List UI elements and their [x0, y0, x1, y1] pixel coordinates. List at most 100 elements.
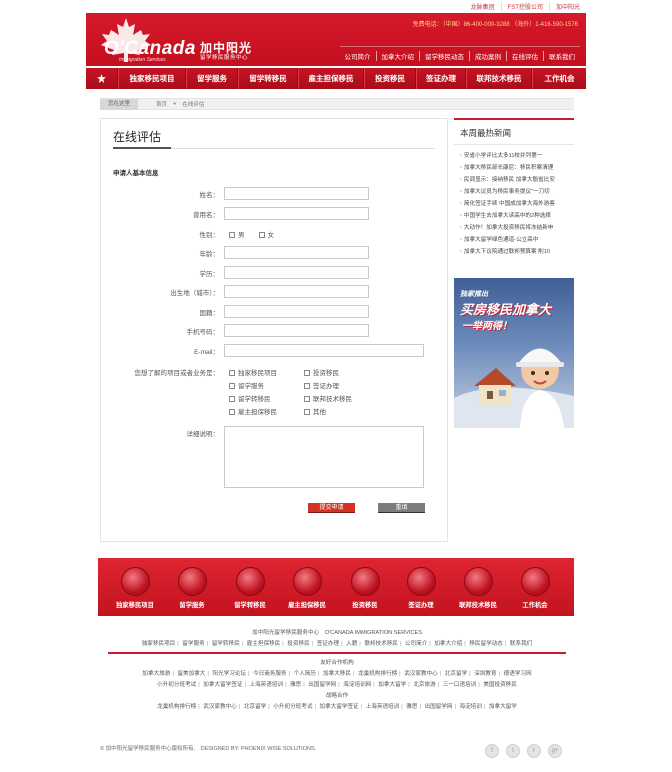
partner-link[interactable]: 美国投资移民: [483, 682, 517, 688]
interest-checkbox[interactable]: [229, 383, 235, 390]
news-item[interactable]: 大动作！加拿大投资移民将冻结新申: [460, 222, 570, 234]
header-nav-about[interactable]: 公司简介: [340, 51, 377, 61]
interest-option[interactable]: 联邦技术移民: [304, 393, 379, 403]
interest-option[interactable]: 投资移民: [304, 367, 379, 377]
partner-link[interactable]: 三一口语培训: [443, 682, 477, 688]
nav-federal-skilled[interactable]: 联邦技术移民: [466, 68, 532, 89]
partner-link[interactable]: 上海英语培训: [249, 682, 283, 688]
partner-link[interactable]: 留美加拿大: [177, 671, 205, 677]
header-nav-canada[interactable]: 加拿大介绍: [377, 51, 420, 61]
email-input[interactable]: [224, 344, 424, 357]
partner-link[interactable]: 武汉家教中心: [404, 671, 438, 677]
strategic-link[interactable]: 武汉家教中心: [203, 704, 237, 710]
footer-link[interactable]: 雇主担保移民: [247, 641, 281, 647]
strategic-link[interactable]: 雅思: [406, 704, 417, 710]
footer-link[interactable]: 留学转移民: [212, 641, 240, 647]
partner-link[interactable]: 雅思: [290, 682, 301, 688]
nav-exclusive-immigration[interactable]: 独家移民项目: [118, 68, 186, 89]
header-nav-news[interactable]: 留学移民动态: [420, 51, 470, 61]
interest-checkbox[interactable]: [229, 409, 235, 416]
news-item[interactable]: 简化签证手续 中国成加拿大海外游客: [460, 198, 570, 210]
footer-link[interactable]: 独家移民项目: [142, 641, 176, 647]
footer-service-jobs[interactable]: 工作机会: [506, 558, 564, 616]
partner-link[interactable]: 个人简历: [294, 671, 316, 677]
birthplace-input[interactable]: [224, 285, 369, 298]
home-icon[interactable]: [86, 68, 118, 89]
promo-banner[interactable]: 独家推出 买房移民加拿大 一举两得！: [454, 278, 574, 428]
age-input[interactable]: [224, 246, 369, 259]
strategic-link[interactable]: 加拿大留学签证: [319, 704, 358, 710]
interest-option[interactable]: 签证办理: [304, 380, 379, 390]
nav-investment-immigration[interactable]: 投资移民: [364, 68, 416, 89]
news-item[interactable]: 加拿大移民部长康尼：移民积案清理: [460, 162, 570, 174]
footer-link[interactable]: 移民留学动态: [469, 641, 503, 647]
footer-service-exclusive[interactable]: 独家移民项目: [106, 558, 164, 616]
strategic-link[interactable]: 小升初分班考试: [273, 704, 312, 710]
nav-job-opportunities[interactable]: 工作机会: [532, 68, 586, 89]
partner-link[interactable]: 加拿大留学: [378, 682, 406, 688]
partner-link[interactable]: 德语学习网: [504, 671, 532, 677]
interest-option[interactable]: 雇主担保移民: [229, 406, 304, 416]
partner-link[interactable]: 北京旅游: [413, 682, 435, 688]
interest-checkbox[interactable]: [304, 409, 310, 416]
footer-service-investment[interactable]: 投资移民: [336, 558, 394, 616]
footer-link[interactable]: 入籍: [346, 641, 357, 647]
interest-checkbox[interactable]: [304, 396, 310, 403]
partner-link[interactable]: 深圳教育: [474, 671, 496, 677]
partner-link[interactable]: 龙巢机构排行榜: [358, 671, 397, 677]
google-plus-icon[interactable]: g+: [548, 744, 562, 758]
footer-link[interactable]: 联邦技术移民: [364, 641, 398, 647]
footer-link[interactable]: 留学服务: [182, 641, 204, 647]
nav-employer-sponsored[interactable]: 雇主担保移民: [298, 68, 364, 89]
strategic-link[interactable]: 龙巢机构排行榜: [157, 704, 196, 710]
news-item[interactable]: 中国学生去加拿大读高中的2种选择: [460, 210, 570, 222]
footer-service-study-immigration[interactable]: 留学转移民: [221, 558, 279, 616]
nav-study-to-immigration[interactable]: 留学转移民: [238, 68, 298, 89]
strategic-link[interactable]: 出国留学网: [424, 704, 452, 710]
interest-checkbox[interactable]: [304, 383, 310, 390]
strategic-link[interactable]: 上海英语培训: [366, 704, 400, 710]
former-name-input[interactable]: [224, 207, 369, 220]
footer-link[interactable]: 加拿大介绍: [434, 641, 462, 647]
news-item[interactable]: 加拿大下议院通过联邦预算案 削10: [460, 246, 570, 258]
detail-textarea[interactable]: [224, 426, 424, 488]
footer-service-employer[interactable]: 雇主担保移民: [278, 558, 336, 616]
footer-service-visa[interactable]: 签证办理: [392, 558, 450, 616]
strategic-link[interactable]: 海淀培训: [459, 704, 481, 710]
interest-option[interactable]: 其他: [304, 406, 379, 416]
strategic-link[interactable]: 北京留学: [244, 704, 266, 710]
footer-link[interactable]: 投资移民: [287, 641, 309, 647]
gender-female[interactable]: 女: [258, 229, 274, 239]
partner-link[interactable]: 加拿大移民: [323, 671, 351, 677]
gender-female-checkbox[interactable]: [258, 232, 265, 239]
partner-link[interactable]: 出国留学网: [308, 682, 336, 688]
name-input[interactable]: [224, 187, 369, 200]
interest-checkbox[interactable]: [229, 396, 235, 403]
reset-button[interactable]: 重填: [378, 503, 425, 513]
gender-male[interactable]: 男: [229, 229, 245, 239]
interest-option[interactable]: 独家移民项目: [229, 367, 304, 377]
partner-link[interactable]: 加拿大留学签证: [203, 682, 242, 688]
partner-link[interactable]: 海淀培训网: [343, 682, 371, 688]
facebook-icon[interactable]: f: [485, 744, 499, 758]
news-item[interactable]: 安省小学评比太多11校并列第一: [460, 150, 570, 162]
header-nav-cases[interactable]: 成功案例: [470, 51, 507, 61]
interest-checkbox[interactable]: [229, 370, 235, 377]
news-item[interactable]: 加拿大留学绿色通道-公立高中: [460, 234, 570, 246]
phone-input[interactable]: [224, 324, 369, 337]
gender-male-checkbox[interactable]: [229, 232, 235, 239]
partner-link[interactable]: 小升初分班考试: [157, 682, 196, 688]
rss-icon[interactable]: r: [527, 744, 541, 758]
partner-link[interactable]: 阳光学习论坛: [212, 671, 246, 677]
footer-service-federal[interactable]: 联邦技术移民: [449, 558, 507, 616]
nav-study-services[interactable]: 留学服务: [186, 68, 238, 89]
education-input[interactable]: [224, 266, 369, 279]
twitter-icon[interactable]: t: [506, 744, 520, 758]
news-item[interactable]: 加拿大议员为移民事务提议“一刀切: [460, 186, 570, 198]
top-link-fst[interactable]: FST控股公司: [502, 2, 550, 11]
partner-link[interactable]: 北京留学: [445, 671, 467, 677]
header-nav-assessment[interactable]: 在线评估: [507, 51, 544, 61]
nationality-input[interactable]: [224, 305, 369, 318]
submit-button[interactable]: 提交申请: [308, 503, 355, 513]
strategic-link[interactable]: 加拿大留学: [489, 704, 517, 710]
